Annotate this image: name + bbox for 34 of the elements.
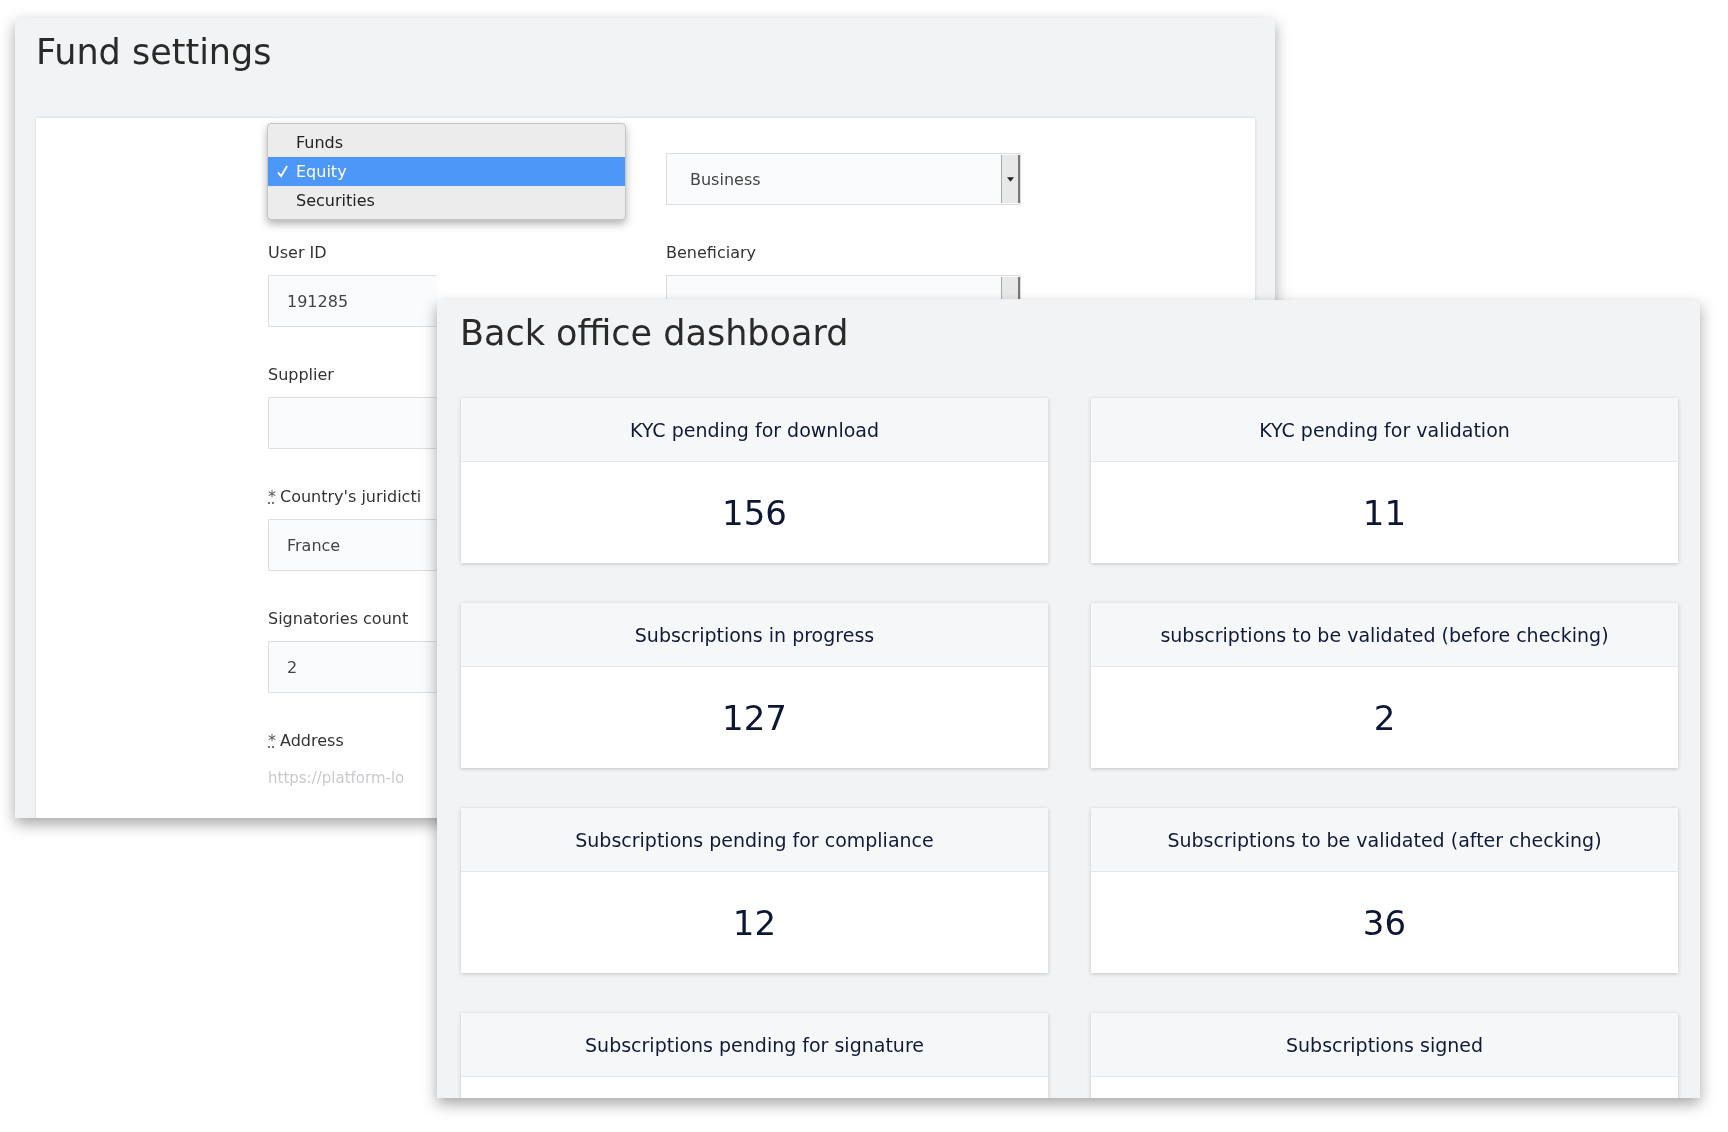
input-field[interactable] (268, 397, 437, 449)
input-field[interactable]: 191285 (268, 275, 437, 327)
field-label: Supplier (268, 365, 334, 384)
input-field[interactable]: France (268, 519, 437, 571)
stat-value: 36 (1362, 902, 1407, 943)
menu-option[interactable]: Funds (268, 128, 625, 157)
required-mark: * (268, 731, 276, 750)
card-title: KYC pending for download (630, 418, 879, 441)
stat-value: 12 (732, 902, 777, 943)
caret-icon (1006, 176, 1014, 182)
field-label: Signatories count (268, 609, 409, 628)
card-title: Subscriptions pending for compliance (575, 828, 934, 851)
window-title: Fund settings (36, 32, 272, 72)
required-mark: * (268, 487, 276, 506)
card-title: Subscriptions to be validated (after checking) (1167, 828, 1602, 851)
stat-value: 11 (1362, 492, 1407, 533)
field-label: Country's juridicti (280, 487, 422, 506)
field-label: User ID (268, 243, 327, 262)
card-title: Subscriptions signed (1286, 1033, 1483, 1056)
card-title: Subscriptions pending for signature (585, 1033, 924, 1056)
card-title: KYC pending for validation (1259, 418, 1510, 441)
card-title: Subscriptions in progress (634, 623, 875, 646)
field-label: Address (280, 731, 344, 750)
check-icon (277, 165, 288, 178)
stat-value: 2 (1373, 697, 1396, 738)
menu-option[interactable]: Securities (268, 186, 625, 215)
input-field[interactable]: 2 (268, 641, 437, 693)
select-field[interactable] (666, 275, 1021, 299)
card-title: subscriptions to be validated (before checking) (1160, 623, 1609, 646)
field-label: Beneficiary (666, 243, 756, 262)
select-field[interactable]: Business (666, 153, 1021, 205)
stat-value: 156 (722, 492, 787, 533)
stat-value: 127 (722, 697, 787, 738)
window-title: Back office dashboard (460, 313, 849, 353)
